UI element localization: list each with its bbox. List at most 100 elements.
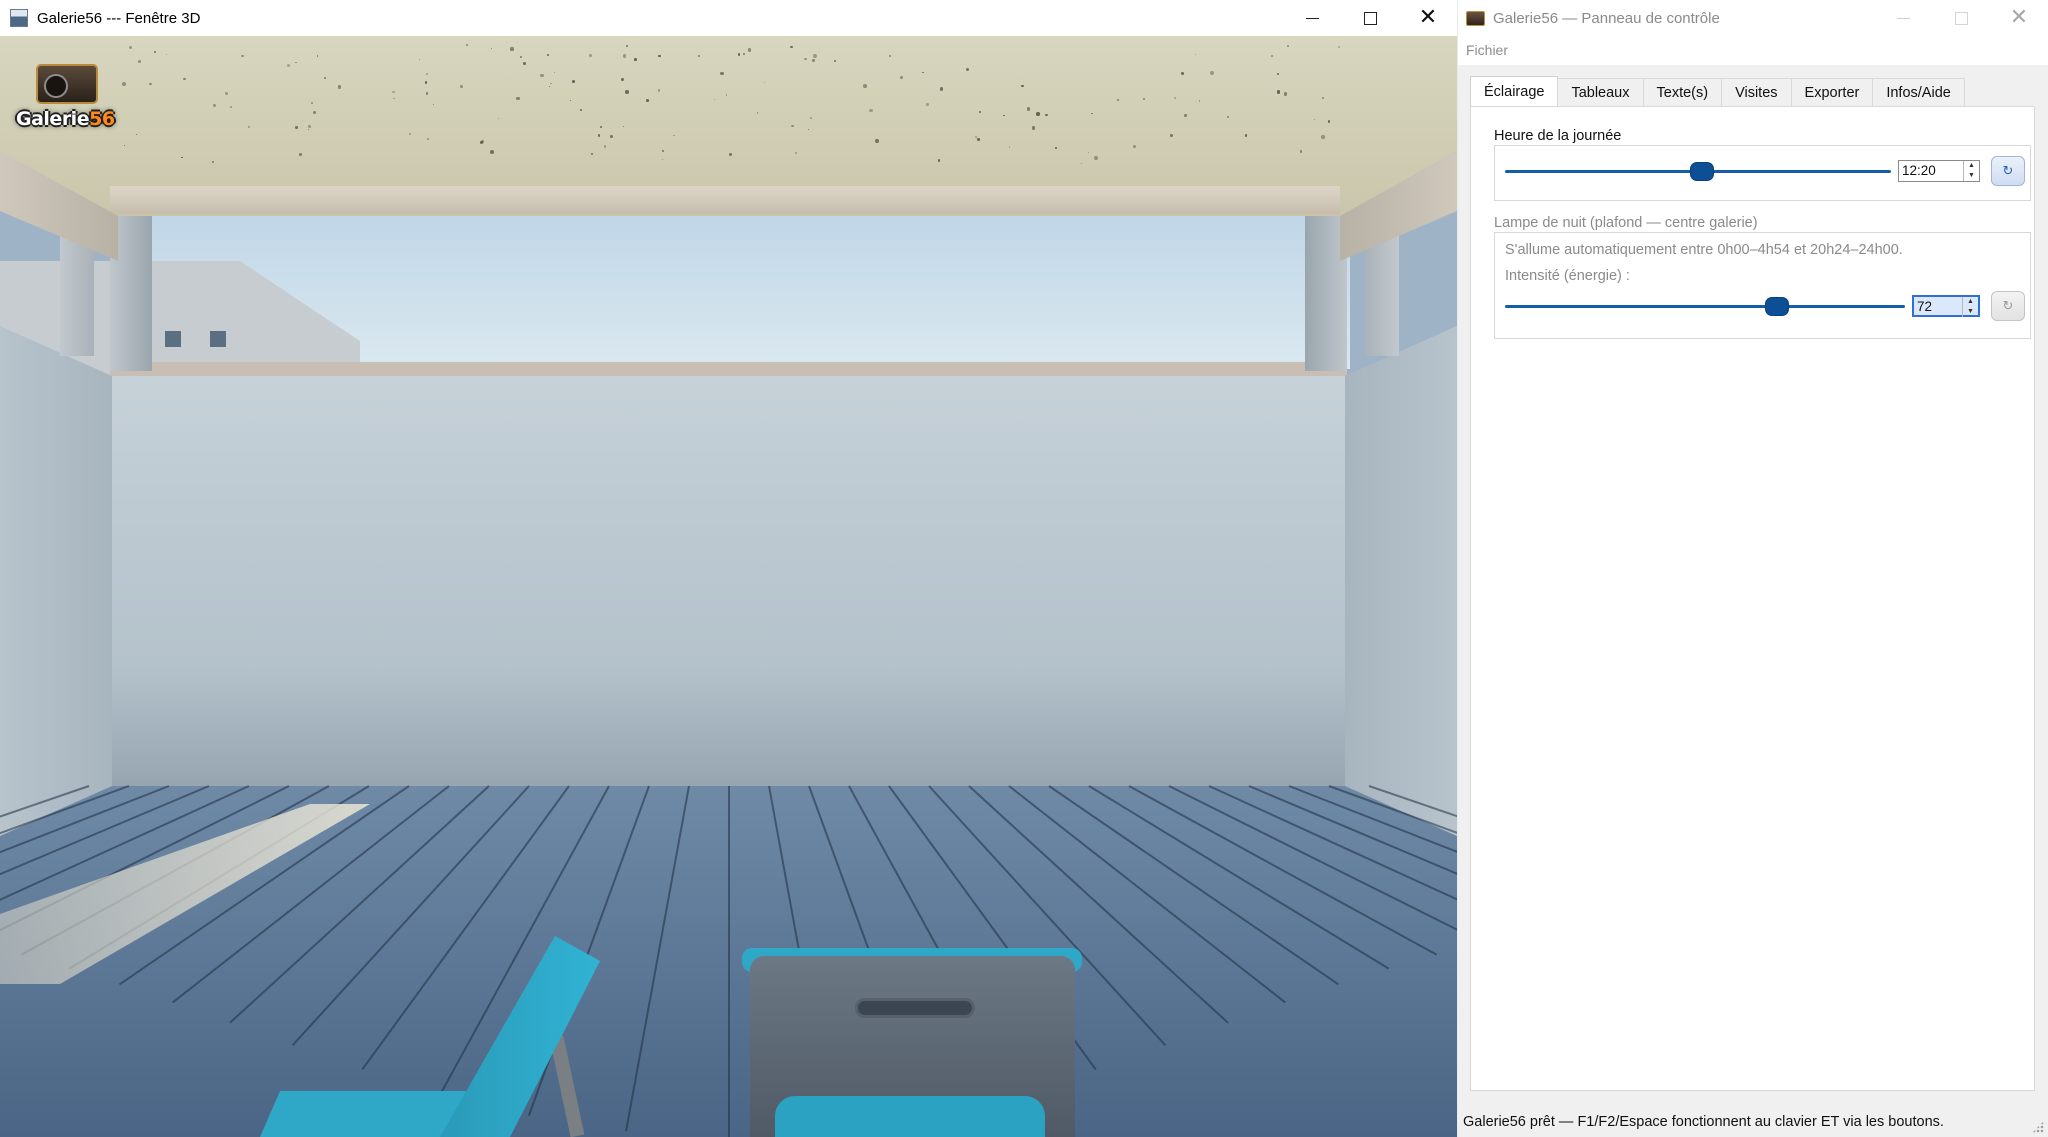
scene-ceiling-speck xyxy=(425,92,429,95)
scene-ceiling-speck xyxy=(622,125,625,127)
scene-ceiling-speck xyxy=(965,68,969,72)
galerie56-logo: Galerie56 xyxy=(10,58,115,138)
time-of-day-spinbox[interactable]: 12:20 ▲ ▼ xyxy=(1898,160,1980,182)
spin-down-icon[interactable]: ▼ xyxy=(1963,307,1978,317)
scene-ceiling-speck xyxy=(425,73,428,76)
scene-ceiling-speck xyxy=(763,81,766,84)
spin-down-icon[interactable]: ▼ xyxy=(1964,171,1979,181)
scene-ceiling-speck xyxy=(1173,96,1177,100)
scene-ceiling-speck xyxy=(1031,126,1036,130)
scene-wall-rail xyxy=(110,362,1347,376)
scene-ceiling-speck xyxy=(520,56,522,58)
scene-ceiling-speck xyxy=(807,128,809,130)
scene-ceiling-speck xyxy=(298,153,302,157)
scene-ceiling-speck xyxy=(863,84,868,88)
scene-beam xyxy=(110,186,1340,214)
scene-ceiling-speck xyxy=(698,55,701,57)
tab-eclairage[interactable]: Éclairage xyxy=(1470,76,1559,106)
scene-ceiling-speck xyxy=(466,44,469,47)
menu-fichier[interactable]: Fichier xyxy=(1466,42,1508,58)
tab-bar: Éclairage Tableaux Texte(s) Visites Expo… xyxy=(1470,76,1965,106)
scene-ceiling-speck xyxy=(1021,84,1024,87)
scene-ceiling-speck xyxy=(597,134,601,138)
scene-ceiling-speck xyxy=(547,53,550,56)
scene-ceiling-speck xyxy=(580,108,583,112)
spin-up-icon[interactable]: ▲ xyxy=(1963,297,1978,307)
time-of-day-reset-button[interactable]: ↻ xyxy=(1991,156,2025,186)
scene-ceiling-speck xyxy=(311,101,314,105)
scene-ceiling-speck xyxy=(1210,71,1214,76)
maximize-button[interactable] xyxy=(1341,0,1399,36)
tab-infos-aide[interactable]: Infos/Aide xyxy=(1872,78,1965,106)
time-of-day-group: 12:20 ▲ ▼ ↻ xyxy=(1494,145,2031,201)
scene-ceiling-speck xyxy=(603,144,607,148)
scene-ceiling-speck xyxy=(646,99,650,103)
intensity-slider[interactable] xyxy=(1505,297,1905,317)
status-bar: Galerie56 prêt — F1/F2/Espace fonctionne… xyxy=(1458,1105,2048,1137)
tab-textes[interactable]: Texte(s) xyxy=(1642,78,1723,106)
panel-close-button[interactable]: ✕ xyxy=(1990,0,2048,36)
intensity-reset-button[interactable]: ↻ xyxy=(1991,291,2025,321)
time-of-day-slider[interactable] xyxy=(1505,162,1891,182)
scene-ceiling-speck xyxy=(129,46,133,50)
scene-ceiling-speck xyxy=(337,85,342,89)
scene-ceiling-speck xyxy=(1338,45,1341,48)
scene-ceiling-speck xyxy=(1091,112,1093,115)
spin-up-icon[interactable]: ▲ xyxy=(1964,161,1979,171)
scene-ceiling-speck xyxy=(747,48,752,53)
scene-ceiling-speck xyxy=(756,112,759,115)
scene-ceiling-speck xyxy=(610,135,613,138)
scene-ceiling-speck xyxy=(549,85,551,87)
scene-ceiling-speck xyxy=(625,90,629,94)
panel-titlebar[interactable]: Galerie56 — Panneau de contrôle ✕ xyxy=(1458,0,2048,37)
tab-exporter[interactable]: Exporter xyxy=(1790,78,1874,106)
scene-ceiling-speck xyxy=(553,71,556,73)
scene-ceiling-speck xyxy=(153,51,156,54)
scene-ceiling-speck xyxy=(658,54,661,58)
scene-ceiling-speck xyxy=(324,77,326,79)
scene-ceiling-speck xyxy=(490,47,493,50)
scene-ceiling-speck xyxy=(317,55,319,57)
minimize-button[interactable] xyxy=(1283,0,1341,36)
scene-ceiling-speck xyxy=(720,71,724,75)
scene-ceiling-speck xyxy=(213,103,217,107)
panel-maximize-button[interactable] xyxy=(1932,0,1990,36)
scene-chair-right-seat xyxy=(775,1096,1045,1137)
scene-ceiling-speck xyxy=(1286,44,1289,47)
scene-ceiling-speck xyxy=(809,117,812,119)
minimize-icon xyxy=(1896,17,1910,19)
scene-ceiling-speck xyxy=(1227,115,1230,118)
scene-ceiling-speck xyxy=(725,94,727,96)
tab-page-eclairage: Heure de la journée 12:20 ▲ ▼ ↻ Lampe de… xyxy=(1470,106,2035,1091)
scene-ceiling-speck xyxy=(790,46,793,49)
intensity-spinbox[interactable]: 72 ▲ ▼ xyxy=(1912,295,1980,317)
panel-minimize-button[interactable] xyxy=(1874,0,1932,36)
tab-visites[interactable]: Visites xyxy=(1721,78,1792,106)
scene-ceiling-speck xyxy=(523,62,526,66)
scene-ceiling-speck xyxy=(1327,120,1331,123)
scene-ceiling-speck xyxy=(1116,99,1119,102)
scene-ceiling-speck xyxy=(1277,72,1280,75)
scene-ceiling-speck xyxy=(1299,150,1303,153)
window-3d-titlebar[interactable]: Galerie56 --- Fenêtre 3D ✕ xyxy=(0,0,1457,36)
night-lamp-note: S'allume automatiquement entre 0h00–4h54… xyxy=(1505,242,1903,258)
night-lamp-group: S'allume automatiquement entre 0h00–4h54… xyxy=(1494,232,2031,339)
tab-tableaux[interactable]: Tableaux xyxy=(1557,78,1644,106)
scene-ceiling-speck xyxy=(295,61,297,63)
scene-ceiling-speck xyxy=(308,128,310,130)
scene-ceiling-speck xyxy=(834,59,837,62)
scene-ceiling-speck xyxy=(540,73,544,78)
scene-ceiling-speck xyxy=(286,63,291,68)
slider-thumb[interactable] xyxy=(1766,298,1788,315)
scene-ceiling-speck xyxy=(1313,118,1315,120)
slider-thumb[interactable] xyxy=(1690,163,1713,180)
resize-grip-icon[interactable] xyxy=(2032,1121,2044,1133)
logo-text: Galerie56 xyxy=(16,108,115,130)
window-3d: Galerie56 --- Fenêtre 3D ✕ Galerie56 xyxy=(0,0,1457,1137)
close-button[interactable]: ✕ xyxy=(1399,0,1457,36)
scene-left-wall xyxy=(0,326,112,836)
scene-ceiling-speck xyxy=(419,58,421,60)
scene-ceiling-speck xyxy=(977,138,980,141)
3d-viewport[interactable]: Galerie56 xyxy=(0,36,1457,1137)
scene-ceiling-speck xyxy=(1270,54,1274,58)
